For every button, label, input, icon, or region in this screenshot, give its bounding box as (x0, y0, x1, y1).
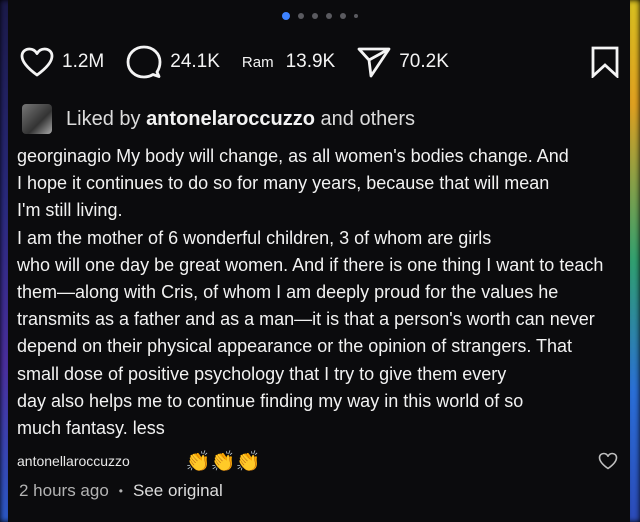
liked-by: Liked by antonelaroccuzzo and others (22, 104, 415, 134)
comment-text: 👏👏👏 (185, 450, 261, 473)
action-bar: 1.2M 24.1K Ram 13.9K 70.2K (20, 42, 620, 82)
see-original-link[interactable]: See original (133, 481, 223, 501)
caption-line: who will one day be great women. And if … (17, 254, 604, 275)
pagination-dot-active[interactable] (282, 12, 290, 20)
caption-line: them—along with Cris, of whom I am deepl… (17, 282, 559, 303)
share-button[interactable]: 70.2K (357, 46, 449, 78)
comment-row: antonellaroccuzzo 👏👏👏 (17, 448, 618, 474)
pagination-dot[interactable] (354, 14, 358, 18)
pagination-dot[interactable] (298, 13, 304, 19)
timestamp: 2 hours ago (19, 481, 109, 500)
caption-line: day also helps me to continue finding my… (17, 390, 524, 411)
caption-line: I'm still living. (17, 200, 123, 221)
liked-by-user[interactable]: antonelaroccuzzo (146, 108, 315, 131)
liked-by-prefix: Liked by (66, 107, 141, 130)
caption-line: transmits as a father and as a man—it is… (17, 309, 595, 330)
heart-icon (20, 47, 54, 77)
send-icon (357, 47, 391, 78)
caption-line: small dose of positive psychology that I… (17, 363, 507, 384)
comment-button[interactable]: 24.1K (126, 45, 220, 79)
repost-button[interactable]: Ram 13.9K (242, 51, 335, 73)
comment-like-icon[interactable] (598, 452, 618, 470)
bookmark-icon (591, 46, 619, 78)
caption-line: I hope it continues to do so for many ye… (17, 173, 550, 194)
like-button[interactable]: 1.2M (20, 47, 104, 77)
comment-count: 24.1K (170, 51, 220, 72)
carousel-pagination (0, 12, 640, 20)
caption-line: I am the mother of 6 wonderful children,… (17, 227, 492, 248)
avatar[interactable] (22, 104, 52, 134)
share-count: 70.2K (399, 51, 449, 72)
pagination-dot[interactable] (312, 13, 318, 19)
pagination-dot[interactable] (326, 13, 332, 19)
caption-line-with-less[interactable]: much fantasy. less (17, 415, 617, 442)
pagination-dot[interactable] (340, 13, 346, 19)
like-count: 1.2M (62, 51, 105, 72)
post-meta: 2 hours ago • See original (19, 481, 223, 501)
caption-line: depend on their physical appearance or t… (17, 336, 573, 357)
meta-separator: • (118, 484, 123, 498)
comment-icon (126, 45, 162, 79)
ram-label: Ram (241, 53, 274, 71)
liked-by-suffix[interactable]: and others (321, 108, 416, 131)
post-caption: georginagio My body will change, as all … (17, 143, 617, 442)
caption-line: georginagio My body will change, as all … (17, 146, 569, 166)
comment-username[interactable]: antonellaroccuzzo (17, 453, 130, 469)
save-button[interactable] (590, 46, 620, 78)
repost-count: 13.9K (285, 51, 336, 72)
